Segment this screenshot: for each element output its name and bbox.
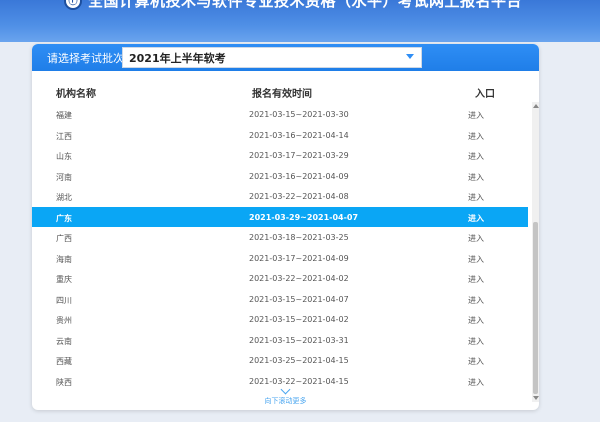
cell-time: 2021-03-22~2021-04-02 (249, 274, 349, 283)
cell-time: 2021-03-15~2021-04-02 (249, 315, 349, 324)
cell-org: 山东 (56, 152, 72, 161)
entry-link[interactable]: 进入 (468, 213, 484, 224)
table-row[interactable]: 广西 2021-03-18~2021-03-25 进入 (32, 227, 528, 248)
entry-link[interactable]: 进入 (468, 110, 484, 121)
entry-link[interactable]: 进入 (468, 274, 484, 285)
cell-org: 广东 (56, 213, 72, 223)
entry-link[interactable]: 进入 (468, 295, 484, 306)
table-body: 福建 2021-03-15~2021-03-30 进入 江西 2021-03-16~20… (32, 104, 528, 391)
entry-link[interactable]: 进入 (468, 192, 484, 203)
cell-time: 2021-03-15~2021-03-30 (249, 110, 349, 119)
entry-link[interactable]: 进入 (468, 336, 484, 347)
table-row[interactable]: 山东 2021-03-17~2021-03-29 进入 (32, 145, 528, 166)
entry-link[interactable]: 进入 (468, 151, 484, 162)
table-row[interactable]: 福建 2021-03-15~2021-03-30 进入 (32, 104, 528, 125)
cell-time: 2021-03-17~2021-03-29 (249, 151, 349, 160)
cell-time: 2021-03-17~2021-04-09 (249, 253, 349, 263)
entry-link[interactable]: 进入 (468, 315, 484, 326)
column-header-entry: 入口 (475, 89, 495, 100)
table-row[interactable]: 海南 2021-03-17~2021-04-09 进入 (32, 248, 528, 269)
table-row[interactable]: 重庆 2021-03-22~2021-04-02 进入 (32, 268, 528, 289)
table-row[interactable]: 江西 2021-03-16~2021-04-14 进入 (32, 125, 528, 146)
cell-org: 重庆 (56, 275, 72, 284)
cell-time: 2021-03-22~2021-04-08 (249, 192, 349, 201)
entry-link[interactable]: 进入 (468, 233, 484, 244)
column-header-time: 报名有效时间 (252, 89, 312, 100)
table-row[interactable]: 云南 2021-03-15~2021-03-31 进入 (32, 330, 528, 351)
batch-select-value: 2021年上半年软考 (129, 51, 226, 65)
entry-link[interactable]: 进入 (468, 131, 484, 142)
batch-selector-bar: 请选择考试批次: 2021年上半年软考 (32, 44, 539, 71)
cell-org: 四川 (56, 295, 72, 305)
table-row[interactable]: 贵州 2021-03-15~2021-04-02 进入 (32, 309, 528, 330)
cell-org: 西藏 (56, 357, 72, 366)
cell-org: 贵州 (56, 316, 72, 325)
table-row[interactable]: 四川 2021-03-15~2021-04-07 进入 (32, 289, 528, 310)
scroll-more-label: 向下滚动更多 (264, 397, 307, 405)
logo-icon: ⓡ (64, 0, 82, 10)
table-row[interactable]: 广东 2021-03-29~2021-04-07 进入 (32, 206, 528, 227)
cell-org: 广西 (56, 234, 72, 243)
scroll-more-hint[interactable]: 向下滚动更多 (32, 384, 539, 408)
cell-time: 2021-03-15~2021-03-31 (249, 335, 349, 345)
cell-org: 河南 (56, 172, 72, 182)
cell-org: 海南 (56, 254, 72, 264)
scroll-up-arrow-icon[interactable] (533, 104, 539, 108)
cell-time: 2021-03-16~2021-04-14 (249, 130, 349, 140)
cell-time: 2021-03-29~2021-04-07 (249, 212, 359, 222)
caret-down-icon (406, 54, 414, 59)
cell-time: 2021-03-22~2021-04-15 (249, 376, 349, 386)
page-title: 全国计算机技术与软件专业技术资格（水平）考试网上报名平台 (88, 0, 523, 10)
batch-select[interactable]: 2021年上半年软考 (122, 47, 422, 68)
top-banner: ⓡ 全国计算机技术与软件专业技术资格（水平）考试网上报名平台 (0, 0, 600, 42)
table-row[interactable]: 西藏 2021-03-25~2021-04-15 进入 (32, 350, 528, 371)
entry-link[interactable]: 进入 (468, 172, 484, 183)
scrollbar[interactable] (532, 102, 539, 402)
scrollbar-thumb[interactable] (533, 222, 538, 394)
cell-time: 2021-03-16~2021-04-09 (249, 171, 349, 181)
table-row[interactable]: 河南 2021-03-16~2021-04-09 进入 (32, 166, 528, 187)
cell-time: 2021-03-18~2021-03-25 (249, 233, 349, 242)
cell-time: 2021-03-15~2021-04-07 (249, 294, 349, 304)
cell-time: 2021-03-25~2021-04-15 (249, 356, 349, 365)
entry-link[interactable]: 进入 (468, 356, 484, 367)
cell-org: 江西 (56, 131, 72, 141)
table-row[interactable]: 湖北 2021-03-22~2021-04-08 进入 (32, 186, 528, 207)
banner-title: ⓡ 全国计算机技术与软件专业技术资格（水平）考试网上报名平台 (64, 0, 522, 11)
cell-org: 云南 (56, 336, 72, 346)
batch-selector-label: 请选择考试批次: (47, 52, 128, 65)
cell-org: 福建 (56, 111, 72, 120)
registration-panel: 请选择考试批次: 2021年上半年软考 机构名称 报名有效时间 入口 福建 202… (32, 44, 539, 410)
cell-org: 湖北 (56, 193, 72, 202)
entry-link[interactable]: 进入 (468, 254, 484, 265)
chevron-down-icon (280, 384, 291, 395)
column-header-org: 机构名称 (56, 89, 96, 100)
table-header: 机构名称 报名有效时间 入口 (32, 80, 528, 102)
